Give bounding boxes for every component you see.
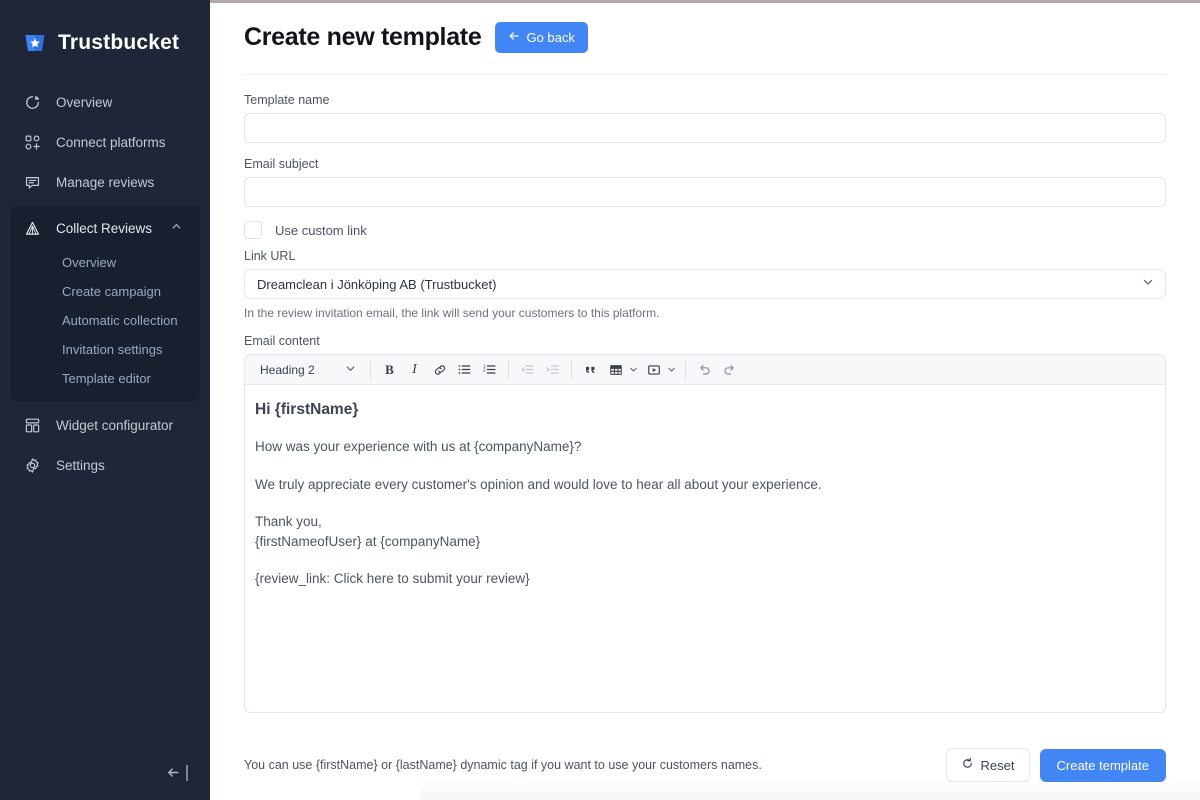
go-back-label: Go back <box>526 29 575 45</box>
collapse-bar <box>186 764 188 781</box>
table-tool-group <box>604 358 640 381</box>
footer-note: You can use {firstName} or {lastName} dy… <box>244 758 762 772</box>
sidebar-item-settings[interactable]: Settings <box>0 445 210 485</box>
email-content-editor: Email content Heading 2 B I 1 2 Hi {firs… <box>244 334 1166 713</box>
toolbar-separator <box>685 360 686 379</box>
toolbar-separator <box>508 360 509 379</box>
brand[interactable]: Trustbucket <box>0 0 210 66</box>
bullet-list-icon[interactable] <box>453 358 476 381</box>
media-tool-group <box>642 358 678 381</box>
megaphone-icon <box>22 218 42 238</box>
sidebar-nav: Overview Connect platforms Manage review… <box>0 82 210 485</box>
template-form: Template name Email subject Use custom l… <box>210 75 1200 713</box>
sidebar-subitem-create-campaign[interactable]: Create campaign <box>10 277 200 306</box>
page-header: Create new template Go back <box>210 0 1200 60</box>
brand-name: Trustbucket <box>58 31 180 54</box>
table-chevron-down-icon[interactable] <box>627 358 640 381</box>
link-icon[interactable] <box>428 358 451 381</box>
create-template-button[interactable]: Create template <box>1039 748 1166 782</box>
sidebar-item-widget-configurator[interactable]: Widget configurator <box>0 405 210 445</box>
email-subject-label: Email subject <box>244 157 319 171</box>
grid-plus-icon <box>22 132 42 152</box>
use-custom-link-checkbox[interactable] <box>244 221 262 239</box>
refresh-icon <box>961 757 974 773</box>
sidebar-item-label: Connect platforms <box>56 134 166 150</box>
sidebar-subitem-automatic-collection[interactable]: Automatic collection <box>10 306 200 335</box>
email-review-link: {review_link: Click here to submit your … <box>255 571 530 587</box>
blockquote-icon[interactable] <box>579 358 602 381</box>
toolbar-separator <box>571 360 572 379</box>
sidebar-subitem-overview[interactable]: Overview <box>10 248 200 277</box>
arrow-left-to-bar-icon[interactable] <box>165 763 188 782</box>
page-title: Create new template <box>244 22 482 51</box>
email-greeting-heading: Hi {firstName} <box>255 401 359 418</box>
reset-label: Reset <box>980 757 1015 773</box>
email-paragraph-2: We truly appreciate every customer's opi… <box>255 476 822 492</box>
email-signoff-line-2: {firstNameofUser} at {companyName} <box>255 533 481 549</box>
email-subject-input[interactable] <box>244 177 1166 207</box>
main-content: Create new template Go back Template nam… <box>210 0 1200 800</box>
top-accent-strip <box>210 0 1200 3</box>
field-template-name: Template name <box>244 93 1166 143</box>
table-icon[interactable] <box>604 358 627 381</box>
editor-content-area[interactable]: Hi {firstName} How was your experience w… <box>244 385 1166 713</box>
toolbar-separator <box>370 360 371 379</box>
svg-text:2: 2 <box>483 368 486 373</box>
email-signoff-line-1: Thank you, <box>255 514 322 530</box>
sidebar-subitem-template-editor[interactable]: Template editor <box>10 364 200 393</box>
media-chevron-down-icon[interactable] <box>665 358 678 381</box>
sidebar-group-collect-reviews: Collect Reviews Overview Create campaign… <box>10 206 200 401</box>
sidebar-item-manage-reviews[interactable]: Manage reviews <box>0 162 210 202</box>
sidebar-item-label: Overview <box>56 94 113 110</box>
bold-icon[interactable]: B <box>378 358 401 381</box>
sidebar-item-label: Settings <box>56 457 105 473</box>
block-format-select[interactable]: Heading 2 <box>251 358 363 381</box>
link-url-label: Link URL <box>244 249 296 263</box>
template-name-input[interactable] <box>244 113 1166 143</box>
arrow-left-icon <box>508 30 520 45</box>
sidebar-item-label: Collect Reviews <box>56 220 153 236</box>
sidebar-item-collect-reviews[interactable]: Collect Reviews <box>10 208 200 248</box>
media-icon[interactable] <box>642 358 665 381</box>
go-back-button[interactable]: Go back <box>495 21 588 53</box>
template-name-label: Template name <box>244 93 330 107</box>
field-link-url: Link URL Dreamclean i Jönköping AB (Trus… <box>244 249 1166 320</box>
email-paragraph-3: Thank you, {firstNameofUser} at {company… <box>255 512 1155 551</box>
redo-icon[interactable] <box>718 358 741 381</box>
sidebar-item-label: Widget configurator <box>56 417 174 433</box>
chevron-down-icon <box>345 363 356 377</box>
pie-chart-icon <box>22 92 42 112</box>
gear-icon <box>22 455 42 475</box>
chevron-up-icon[interactable] <box>171 221 182 235</box>
indent-icon[interactable] <box>541 358 564 381</box>
email-paragraph-1: How was your experience with us at {comp… <box>255 439 582 454</box>
form-footer: You can use {firstName} or {lastName} dy… <box>210 748 1200 782</box>
link-url-select-wrap: Dreamclean i Jönköping AB (Trustbucket) <box>244 269 1166 299</box>
link-url-select[interactable]: Dreamclean i Jönköping AB (Trustbucket) <box>244 269 1166 299</box>
email-content-label: Email content <box>244 334 320 348</box>
sidebar: Trustbucket Overview Connect platforms M… <box>0 0 210 800</box>
field-email-subject: Email subject <box>244 157 1166 207</box>
sidebar-item-overview[interactable]: Overview <box>0 82 210 122</box>
outdent-icon[interactable] <box>516 358 539 381</box>
numbered-list-icon[interactable]: 1 2 <box>478 358 501 381</box>
editor-toolbar: Heading 2 B I 1 2 <box>244 354 1166 385</box>
app-root: Trustbucket Overview Connect platforms M… <box>0 0 1200 800</box>
layout-icon <box>22 415 42 435</box>
sidebar-item-label: Manage reviews <box>56 174 155 190</box>
italic-icon[interactable]: I <box>403 358 426 381</box>
bucket-star-icon <box>22 30 48 56</box>
link-url-helper-text: In the review invitation email, the link… <box>244 306 660 320</box>
use-custom-link-label: Use custom link <box>275 222 367 238</box>
sidebar-subitem-invitation-settings[interactable]: Invitation settings <box>10 335 200 364</box>
sidebar-collapse-row <box>0 763 210 782</box>
sidebar-item-connect-platforms[interactable]: Connect platforms <box>0 122 210 162</box>
use-custom-link-row: Use custom link <box>244 221 1166 239</box>
link-url-selected-value: Dreamclean i Jönköping AB (Trustbucket) <box>257 276 497 292</box>
block-format-value: Heading 2 <box>260 362 315 377</box>
chat-bubble-icon <box>22 172 42 192</box>
reset-button[interactable]: Reset <box>945 748 1030 782</box>
undo-icon[interactable] <box>693 358 716 381</box>
